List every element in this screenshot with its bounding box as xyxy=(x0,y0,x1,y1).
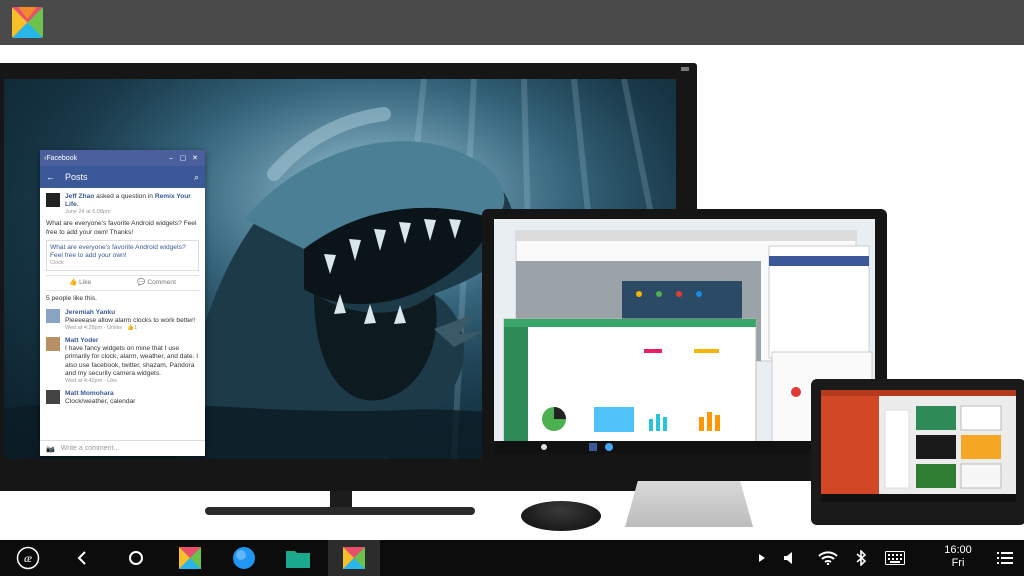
comment-input[interactable]: Write a comment... xyxy=(61,445,120,452)
like-label: Like xyxy=(79,279,92,287)
taskbar-app-remix-active[interactable] xyxy=(328,540,380,576)
comment-item: Matt Yoder I have fancy widgets on mine … xyxy=(46,336,199,385)
svg-text:æ: æ xyxy=(24,551,32,565)
clock[interactable]: 16:00 Fri xyxy=(932,544,984,570)
post-actions: 👍 Like 💬 Comment xyxy=(46,275,199,292)
avatar[interactable] xyxy=(46,193,60,207)
powerpoint-illustration xyxy=(821,390,1016,502)
comment-meta: Wed at 4:28pm · Unlike · 👍1 xyxy=(65,325,138,332)
notifications-button[interactable] xyxy=(992,540,1018,576)
keyboard-button[interactable] xyxy=(880,540,910,576)
wifi-icon xyxy=(818,551,838,565)
comment-item: Jeremiah Yanku Pleeeease allow alarm clo… xyxy=(46,308,199,332)
post-time: June 24 at 6:08pm xyxy=(65,209,111,216)
minimize-icon[interactable]: – xyxy=(165,155,177,162)
volume-button[interactable] xyxy=(778,540,802,576)
comment-text: Pleeeease allow alarm clocks to work bet… xyxy=(65,316,196,324)
facebook-window-title: Facebook xyxy=(46,154,78,162)
taskbar-app-remix[interactable] xyxy=(170,540,210,576)
taskbar: æ 16:00 Fri xyxy=(0,540,1024,576)
clock-day: Fri xyxy=(951,557,965,569)
chevron-right-icon xyxy=(759,554,765,562)
comment-label: Comment xyxy=(147,279,176,287)
comment-author[interactable]: Matt Yoder xyxy=(65,337,199,345)
avatar[interactable] xyxy=(46,336,60,351)
search-icon[interactable]: ⌕ xyxy=(194,172,199,183)
close-icon[interactable]: ✕ xyxy=(189,154,201,162)
promo-image: ‹ Facebook – ▢ ✕ ← Posts ⌕ Jeff Zhao ask… xyxy=(0,45,1024,540)
comment-meta: Wed at 4:42pm · Like xyxy=(65,378,118,385)
post-question-sub: Clock xyxy=(50,260,64,267)
back-arrow-icon[interactable]: ← xyxy=(46,172,55,182)
keyboard-icon xyxy=(885,551,905,565)
remix-start-icon: æ xyxy=(16,546,40,570)
monitor-stand xyxy=(625,481,753,527)
remix-logo-icon[interactable] xyxy=(12,7,43,38)
bluetooth-button[interactable] xyxy=(850,540,872,576)
wifi-button[interactable] xyxy=(815,540,841,576)
camera-icon[interactable]: 📷 xyxy=(46,445,55,453)
facebook-window[interactable]: ‹ Facebook – ▢ ✕ ← Posts ⌕ Jeff Zhao ask… xyxy=(40,150,205,456)
post-text: What are everyone's favorite Android wid… xyxy=(46,220,197,236)
remix-start-button[interactable]: æ xyxy=(10,540,46,576)
back-icon xyxy=(77,551,86,565)
comment-item: Matt Momohara Clock/weather, calendar xyxy=(46,390,199,406)
tablet xyxy=(811,379,1024,525)
title-bar xyxy=(0,0,1024,45)
home-button[interactable] xyxy=(118,540,154,576)
back-button[interactable] xyxy=(64,540,100,576)
facebook-header: ← Posts ⌕ xyxy=(40,166,205,188)
facebook-header-title: Posts xyxy=(65,172,88,182)
post-header: Jeff Zhao asked a question in Remix Your… xyxy=(46,193,199,216)
comment-author[interactable]: Jeremiah Yanku xyxy=(65,309,195,317)
avatar[interactable] xyxy=(46,308,60,323)
comment-text: I have fancy widgets on mine that I use … xyxy=(65,345,199,377)
tablet-screen xyxy=(821,390,1016,502)
avatar[interactable] xyxy=(46,390,60,405)
tv-foot xyxy=(205,507,475,515)
like-button[interactable]: 👍 Like xyxy=(69,279,91,287)
maximize-icon[interactable]: ▢ xyxy=(177,154,189,162)
folder-icon xyxy=(286,551,310,568)
taskbar-app-browser[interactable] xyxy=(224,540,264,576)
comment-compose[interactable]: 📷 Write a comment... xyxy=(40,440,205,456)
tv-brand-mark xyxy=(681,67,689,71)
post-author[interactable]: Jeff Zhao xyxy=(65,193,94,200)
bluetooth-icon xyxy=(856,550,867,566)
browser-icon xyxy=(233,547,255,569)
facebook-feed: Jeff Zhao asked a question in Remix Your… xyxy=(40,188,205,411)
comment-author[interactable]: Matt Momohara xyxy=(65,390,135,398)
post-action: asked a question in xyxy=(96,193,153,200)
menu-list-icon xyxy=(997,552,1013,564)
likes-count: 5 people like this. xyxy=(46,295,97,303)
comment-button[interactable]: 💬 Comment xyxy=(137,279,176,287)
post-question-text: What are everyone's favorite Android wid… xyxy=(50,243,186,260)
remix-app-icon xyxy=(343,547,365,569)
taskbar-app-files[interactable] xyxy=(278,540,318,576)
clock-time: 16:00 xyxy=(944,544,972,556)
post-question[interactable]: What are everyone's favorite Android wid… xyxy=(46,239,199,272)
comment-text: Clock/weather, calendar xyxy=(65,398,136,406)
facebook-window-titlebar: ‹ Facebook – ▢ ✕ xyxy=(40,150,205,166)
volume-icon xyxy=(784,552,792,564)
remix-app-icon xyxy=(179,547,201,569)
home-icon xyxy=(129,551,143,565)
tray-expand-button[interactable] xyxy=(752,540,772,576)
remix-mini-device xyxy=(521,501,601,531)
